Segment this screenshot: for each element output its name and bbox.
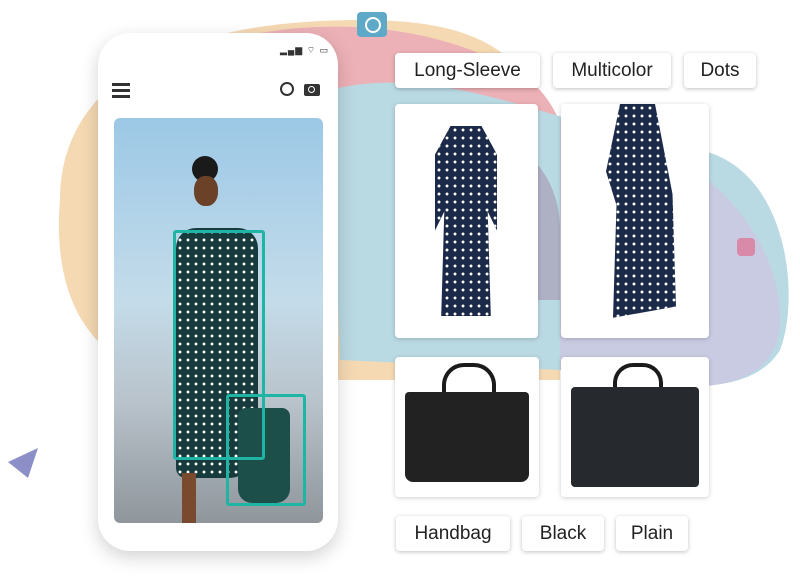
result-dress-flat[interactable] (395, 104, 538, 338)
hamburger-icon[interactable] (112, 83, 130, 98)
square-decoration (737, 238, 755, 256)
tag-handbag[interactable]: Handbag (396, 516, 510, 551)
result-handbag-1[interactable] (395, 357, 539, 497)
triangle-decoration (8, 448, 38, 478)
camera-icon[interactable] (304, 84, 320, 96)
tag-multicolor[interactable]: Multicolor (553, 53, 671, 88)
dress-image (435, 126, 497, 316)
uploaded-photo (114, 118, 323, 523)
handbag-image (571, 387, 699, 487)
tag-plain[interactable]: Plain (616, 516, 688, 551)
result-dress-model[interactable] (561, 104, 709, 338)
detection-box-handbag[interactable] (226, 394, 306, 506)
search-icon[interactable] (280, 82, 294, 96)
camera-badge-icon (357, 12, 387, 37)
dress-model-image (606, 104, 676, 318)
status-bar-icons: ▂▄▆ ⌔ ▭ (280, 45, 330, 55)
result-handbag-2[interactable] (561, 357, 709, 497)
person-leg (182, 473, 196, 523)
tag-long-sleeve[interactable]: Long-Sleeve (395, 53, 540, 88)
phone-mockup: ▂▄▆ ⌔ ▭ (98, 33, 338, 551)
person-face (194, 176, 218, 206)
handbag-image (405, 392, 529, 482)
tag-dots[interactable]: Dots (684, 53, 756, 88)
tag-black[interactable]: Black (522, 516, 604, 551)
